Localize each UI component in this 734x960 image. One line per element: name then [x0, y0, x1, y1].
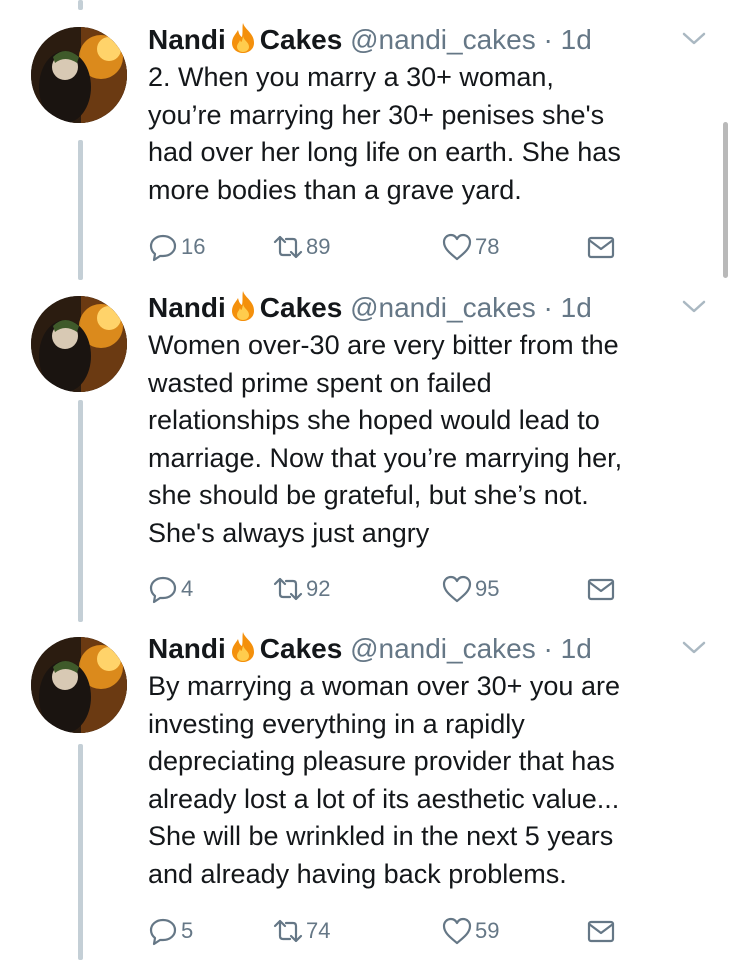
thread-line	[78, 0, 83, 10]
author-handle[interactable]: @nandi_cakes	[350, 292, 536, 323]
reply-icon	[149, 234, 177, 262]
author-name[interactable]: Cakes	[260, 24, 343, 55]
tweet-time[interactable]: · 1d	[544, 292, 592, 323]
chevron-down-icon[interactable]	[680, 28, 708, 48]
author-handle[interactable]: @nandi_cakes	[350, 24, 536, 55]
like-count: 78	[475, 234, 500, 259]
reply-button[interactable]: 4	[148, 572, 193, 606]
retweet-count: 74	[306, 918, 331, 943]
envelope-icon	[587, 578, 615, 601]
reply-count: 16	[181, 234, 206, 259]
tweet-time[interactable]: · 1d	[544, 24, 592, 55]
chevron-down-icon[interactable]	[680, 296, 708, 316]
tweet-actions: 16 89 78	[148, 230, 628, 264]
avatar[interactable]	[31, 637, 127, 733]
chevron-down-icon[interactable]	[680, 637, 708, 657]
thread-line	[78, 400, 83, 622]
retweet-icon	[273, 919, 303, 943]
fire-icon	[231, 23, 254, 53]
reply-count: 5	[181, 918, 194, 943]
tweet-header: Nandi Cakes @nandi_cakes · 1d	[148, 631, 592, 667]
retweet-button[interactable]: 89	[273, 230, 330, 264]
direct-message-button[interactable]	[586, 230, 616, 264]
direct-message-button[interactable]	[586, 914, 616, 948]
thread-line	[78, 744, 83, 960]
heart-icon	[442, 233, 472, 261]
author-name[interactable]: Nandi	[148, 292, 226, 323]
like-button[interactable]: 95	[442, 572, 499, 606]
tweet-actions: 4 92 95	[148, 572, 628, 606]
like-button[interactable]: 78	[442, 230, 499, 264]
tweet-actions: 5 74 59	[148, 914, 628, 948]
fire-icon	[231, 632, 254, 662]
like-button[interactable]: 59	[442, 914, 499, 948]
thread-line	[78, 140, 83, 280]
reply-icon	[149, 918, 177, 946]
scrollbar[interactable]	[723, 122, 728, 278]
retweet-count: 92	[306, 576, 331, 601]
tweet-text: Women over-30 are very bitter from the w…	[148, 330, 623, 548]
retweet-button[interactable]: 92	[273, 572, 330, 606]
author-name[interactable]: Nandi	[148, 24, 226, 55]
author-name[interactable]: Cakes	[260, 633, 343, 664]
author-name[interactable]: Nandi	[148, 633, 226, 664]
reply-icon	[149, 576, 177, 604]
envelope-icon	[587, 920, 615, 943]
heart-icon	[442, 575, 472, 603]
envelope-icon	[587, 236, 615, 259]
tweet-header: Nandi Cakes @nandi_cakes · 1d	[148, 290, 592, 326]
author-handle[interactable]: @nandi_cakes	[350, 633, 536, 664]
direct-message-button[interactable]	[586, 572, 616, 606]
avatar-image	[31, 27, 127, 123]
reply-count: 4	[181, 576, 194, 601]
tweet-time[interactable]: · 1d	[544, 633, 592, 664]
fire-icon	[231, 291, 254, 321]
like-count: 95	[475, 576, 500, 601]
reply-button[interactable]: 16	[148, 230, 205, 264]
like-count: 59	[475, 918, 500, 943]
retweet-count: 89	[306, 234, 331, 259]
avatar[interactable]	[31, 27, 127, 123]
retweet-button[interactable]: 74	[273, 914, 330, 948]
avatar-image	[31, 296, 127, 392]
reply-button[interactable]: 5	[148, 914, 193, 948]
tweet-text: 2. When you marry a 30+ woman, you’re ma…	[148, 62, 621, 205]
tweet-header: Nandi Cakes @nandi_cakes · 1d	[148, 22, 592, 58]
avatar[interactable]	[31, 296, 127, 392]
heart-icon	[442, 917, 472, 945]
retweet-icon	[273, 235, 303, 259]
tweet-text: By marrying a woman over 30+ you are inv…	[148, 671, 620, 889]
avatar-image	[31, 637, 127, 733]
author-name[interactable]: Cakes	[260, 292, 343, 323]
retweet-icon	[273, 577, 303, 601]
